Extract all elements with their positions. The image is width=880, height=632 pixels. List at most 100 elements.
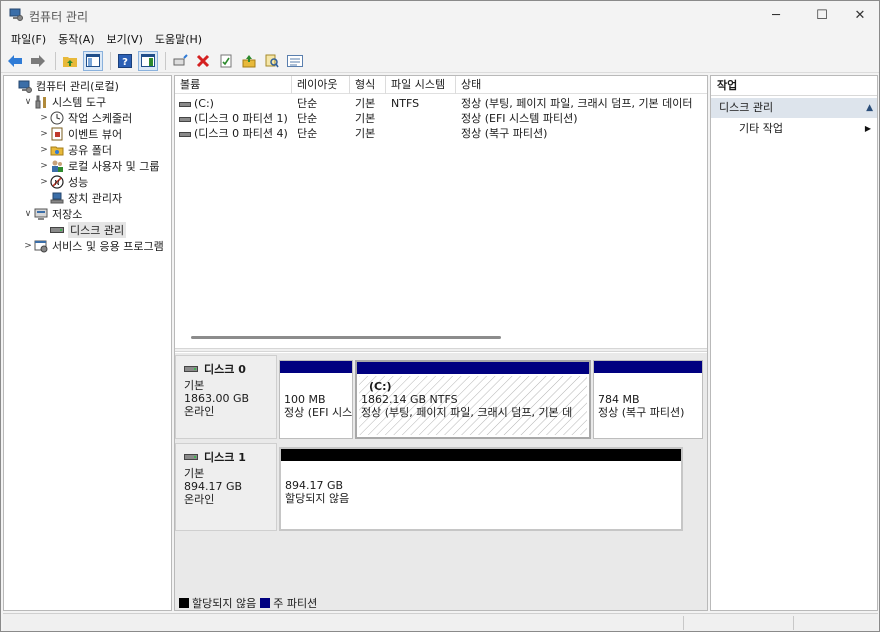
toolbar-separator	[165, 51, 166, 70]
collapse-chevron-icon[interactable]: ∨	[22, 209, 34, 219]
show-hide-action-pane-icon[interactable]	[138, 50, 158, 71]
column-layout[interactable]: 레이아웃	[292, 76, 350, 94]
layout-cell: 단순	[297, 127, 318, 140]
minimize-button[interactable]: ─	[753, 1, 799, 29]
disk-icon	[184, 366, 198, 372]
menu-help[interactable]: 도움말(H)	[149, 31, 208, 47]
svg-text:N: N	[54, 179, 59, 187]
disk-1-info[interactable]: 디스크 1 기본 894.17 GB 온라인	[175, 443, 277, 531]
partition-efi[interactable]: 100 MB 정상 (EFI 시스	[279, 360, 353, 439]
tree-item-system-tools[interactable]: ∨ 시스템 도구	[22, 94, 106, 110]
partition-recovery[interactable]: 784 MB 정상 (복구 파티션)	[593, 360, 703, 439]
volume-list-header: 볼륨 레이아웃 형식 파일 시스템 상태	[175, 76, 707, 94]
action-more-actions-label: 기타 작업	[739, 122, 783, 135]
expand-chevron-icon[interactable]: >	[38, 145, 50, 155]
primary-partition-bar	[357, 362, 589, 374]
partition-unallocated-status: 할당되지 않음	[285, 492, 350, 505]
tree-item-local-users[interactable]: > 로컬 사용자 및 그룹	[38, 158, 159, 174]
tree-item-performance[interactable]: > N 성능	[38, 174, 88, 190]
type-cell: 기본	[355, 112, 376, 125]
actions-section-disk-management[interactable]: 디스크 관리 ▲	[711, 98, 877, 118]
action-more-actions[interactable]: 기타 작업 ▶	[711, 120, 877, 138]
help-icon[interactable]: ?	[115, 51, 135, 71]
expand-chevron-icon[interactable]: >	[38, 113, 50, 123]
expand-chevron-icon[interactable]: >	[38, 177, 50, 187]
disk-icon	[184, 454, 198, 460]
volume-icon	[179, 101, 191, 107]
volume-name: (디스크 0 파티션 1)	[194, 112, 288, 125]
disk-management-icon	[50, 223, 64, 237]
disk-0-info[interactable]: 디스크 0 기본 1863.00 GB 온라인	[175, 355, 277, 439]
tree-item-label: 성능	[68, 176, 89, 189]
pane-splitter[interactable]	[175, 348, 707, 352]
tree-item-disk-management[interactable]: 디스크 관리	[38, 222, 127, 238]
volume-icon	[179, 131, 191, 137]
console-tree[interactable]: 컴퓨터 관리(로컬) ∨ 시스템 도구 > 작업 스케줄러 > 이벤트 뷰어 > 공유 폴더 > 로…	[3, 75, 172, 611]
expand-chevron-icon[interactable]: >	[38, 129, 50, 139]
up-folder-icon[interactable]	[60, 51, 80, 71]
search-icon[interactable]	[262, 51, 282, 71]
column-volume[interactable]: 볼륨	[175, 76, 292, 94]
partition-unallocated[interactable]: 894.17 GB 할당되지 않음	[279, 447, 683, 531]
tree-item-computer-management[interactable]: 컴퓨터 관리(로컬)	[6, 78, 119, 94]
disk-1-kind: 기본	[184, 467, 205, 480]
partition-unallocated-text: 894.17 GB 할당되지 않음	[285, 479, 675, 505]
tree-item-task-scheduler[interactable]: > 작업 스케줄러	[38, 110, 132, 126]
horizontal-scrollbar[interactable]	[191, 336, 501, 339]
volume-row[interactable]: (디스크 0 파티션 4) 단순 기본 정상 (복구 파티션)	[175, 126, 707, 141]
partition-efi-text: 100 MB 정상 (EFI 시스	[284, 393, 352, 419]
properties-icon[interactable]	[216, 51, 236, 71]
status-cell: 정상 (부팅, 페이지 파일, 크래시 덤프, 기본 데이터	[461, 97, 693, 110]
tree-item-label: 디스크 관리	[68, 222, 127, 238]
tree-item-services[interactable]: > 서비스 및 응용 프로그램	[22, 238, 163, 254]
status-divider	[683, 616, 684, 630]
delete-icon[interactable]	[193, 51, 213, 71]
legend-unallocated-swatch	[179, 598, 189, 608]
type-cell: 기본	[355, 97, 376, 110]
tree-item-storage[interactable]: ∨ 저장소	[22, 206, 83, 222]
fs-cell	[391, 126, 456, 141]
show-hide-tree-icon[interactable]	[83, 50, 103, 71]
collapse-chevron-icon[interactable]: ∨	[22, 97, 34, 107]
column-file-system[interactable]: 파일 시스템	[386, 76, 456, 94]
back-icon[interactable]	[5, 51, 25, 71]
volume-row[interactable]: (디스크 0 파티션 1) 단순 기본 정상 (EFI 시스템 파티션)	[175, 111, 707, 126]
status-bar	[3, 613, 878, 631]
fs-cell	[391, 111, 456, 126]
computer-management-icon	[18, 79, 32, 93]
submenu-arrow-icon: ▶	[864, 124, 871, 133]
tree-item-event-viewer[interactable]: > 이벤트 뷰어	[38, 126, 122, 142]
storage-icon	[34, 207, 48, 221]
disk-1-title: 디스크 1	[184, 449, 276, 465]
system-tools-icon	[34, 95, 48, 109]
menu-file[interactable]: 파일(F)	[5, 31, 52, 47]
disk-0-name: 디스크 0	[204, 363, 246, 376]
tree-item-label: 컴퓨터 관리(로컬)	[36, 80, 119, 93]
column-type[interactable]: 형식	[350, 76, 386, 94]
column-status[interactable]: 상태	[456, 76, 707, 94]
event-viewer-icon	[50, 127, 64, 141]
expand-chevron-icon[interactable]: >	[38, 161, 50, 171]
volume-row[interactable]: (C:) 단순 기본 NTFS 정상 (부팅, 페이지 파일, 크래시 덤프, 기본 데…	[175, 96, 707, 111]
primary-partition-bar	[280, 361, 352, 373]
actions-pane: 작업 디스크 관리 ▲ 기타 작업 ▶	[710, 75, 878, 611]
local-users-icon	[50, 159, 64, 173]
tree-item-device-manager[interactable]: 장치 관리자	[38, 190, 122, 206]
layout-cell: 단순	[297, 97, 318, 110]
import-icon[interactable]	[239, 51, 259, 71]
collapse-arrow-icon[interactable]: ▲	[866, 98, 873, 118]
expand-chevron-icon[interactable]: >	[22, 241, 34, 251]
partition-c[interactable]: (C:) 1862.14 GB NTFS 정상 (부팅, 페이지 파일, 크래시…	[355, 360, 591, 439]
forward-icon[interactable]	[28, 51, 48, 71]
menu-action[interactable]: 동작(A)	[52, 31, 100, 47]
disk-0-kind: 기본	[184, 379, 205, 392]
tree-item-shared-folders[interactable]: > 공유 폴더	[38, 142, 112, 158]
menu-view[interactable]: 보기(V)	[101, 31, 149, 47]
partition-efi-size: 100 MB	[284, 393, 326, 406]
connect-icon[interactable]	[170, 51, 190, 71]
volume-name: (C:)	[194, 97, 214, 110]
disk-1-state: 온라인	[184, 493, 215, 506]
close-button[interactable]: ✕	[837, 1, 880, 29]
list-icon[interactable]	[285, 51, 305, 71]
partition-unallocated-size: 894.17 GB	[285, 479, 344, 492]
